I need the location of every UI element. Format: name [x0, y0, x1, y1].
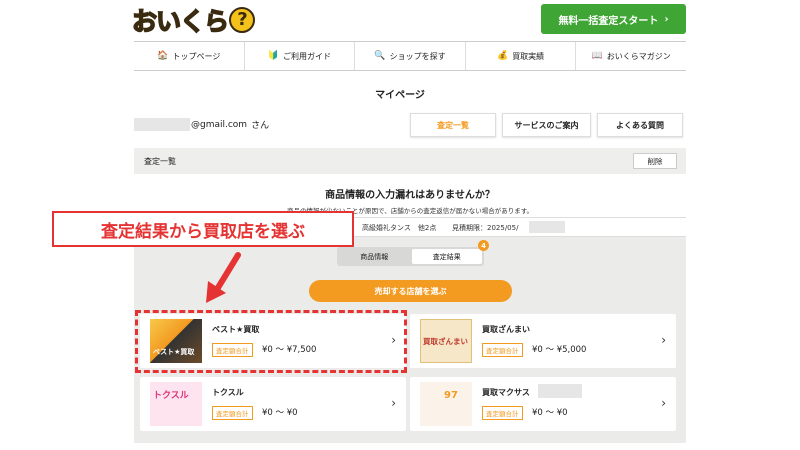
redacted-email — [134, 118, 190, 131]
mypage-tab-buttons: 査定一覧 サービスのご案内 よくある質問 — [410, 113, 683, 137]
yen-coin-icon: 💰 — [496, 51, 509, 61]
arrow-down-left-icon — [206, 252, 241, 303]
global-nav: 🏠 トップページ 🔰 ご利用ガイド 🔍 ショップを探す 💰 買取実績 📖 おいく… — [134, 41, 686, 71]
nav-item-magazine[interactable]: 📖 おいくらマガジン — [575, 42, 686, 70]
tab-item-info[interactable]: 商品情報 — [339, 249, 410, 264]
total-appraisal-tag: 査定額合計 — [482, 343, 523, 357]
price-range: ¥0 〜 ¥5,000 — [532, 345, 587, 355]
shop-thumbnail: 97 — [420, 382, 472, 426]
shop-thumbnail: トクスル — [150, 382, 202, 426]
nav-label: おいくらマガジン — [606, 51, 671, 61]
book-icon: 📖 — [591, 51, 603, 61]
beginner-mark-icon: 🔰 — [267, 51, 279, 61]
total-appraisal-tag: 査定額合計 — [212, 406, 253, 420]
site-logo[interactable]: おいくら ? — [131, 3, 256, 37]
choose-shop-button[interactable]: 売却する店舗を選ぶ — [309, 280, 512, 302]
chevron-right-icon: › — [661, 396, 666, 410]
logo-text: おいくら — [131, 6, 230, 37]
chevron-right-icon: › — [391, 396, 396, 410]
shop-card-kaitori-zanmai[interactable]: 買取ざんまい 買取ざんまい 査定額合計 ¥0 〜 ¥5,000 › — [410, 314, 676, 368]
shop-card-kaitori-makusasu[interactable]: 97 買取マクサス 査定額合計 ¥0 〜 ¥0 › — [410, 377, 676, 431]
house-icon: 🏠 — [157, 51, 169, 61]
redacted-deadline-day — [529, 221, 565, 233]
appraisal-list-button[interactable]: 査定一覧 — [410, 113, 496, 137]
redacted-shop-suffix — [538, 384, 582, 398]
nav-label: 買取実績 — [512, 51, 545, 61]
tab-appraisal-results[interactable]: 査定結果 — [411, 249, 482, 264]
chevron-right-icon: › — [664, 13, 669, 25]
free-appraisal-start-button[interactable]: 無料一括査定スタート › — [541, 4, 686, 34]
total-appraisal-tag: 査定額合計 — [482, 406, 523, 420]
notice-title: 商品情報の入力漏れはありませんか？ — [325, 190, 495, 201]
highlight-dashed-box — [135, 310, 407, 373]
results-count-badge: 4 — [478, 240, 489, 251]
shop-name: トクスル — [212, 388, 244, 397]
quote-deadline: 見積期限：2025/05/ — [452, 224, 519, 232]
honorific: さん — [251, 121, 270, 131]
appraisal-list-header: 査定一覧 削除 — [134, 148, 686, 174]
shop-name: 買取マクサス — [482, 388, 530, 397]
cta-label: 無料一括査定スタート — [558, 15, 659, 27]
thumb-shop-name: 買取ざんまい — [423, 337, 468, 346]
nav-label: ショップを探す — [389, 51, 446, 61]
nav-label: トップページ — [172, 51, 221, 61]
nav-item-shop-search[interactable]: 🔍 ショップを探す — [354, 42, 465, 70]
shop-card-tokusuru[interactable]: トクスル トクスル 査定額合計 ¥0 〜 ¥0 › — [140, 377, 406, 431]
chevron-right-icon: › — [661, 333, 666, 347]
nav-item-results[interactable]: 💰 買取実績 — [464, 42, 576, 70]
logo-question-mark: ? — [229, 7, 256, 33]
nav-item-top[interactable]: 🏠 トップページ — [134, 42, 244, 70]
faq-button[interactable]: よくある質問 — [597, 113, 683, 137]
search-icon: 🔍 — [374, 51, 386, 61]
thumb-shop-name: トクスル — [153, 391, 189, 401]
thumb-logo-mark: 97 — [444, 390, 458, 401]
section-title: 査定一覧 — [144, 156, 176, 166]
price-range: ¥0 〜 ¥0 — [532, 408, 568, 418]
price-range: ¥0 〜 ¥0 — [262, 408, 298, 418]
shop-name: 買取ざんまい — [482, 325, 530, 334]
result-tabs: 商品情報 査定結果 — [337, 247, 484, 266]
nav-label: ご利用ガイド — [283, 51, 331, 61]
item-summary: 高級婚礼タンス 他2点 — [362, 224, 437, 232]
service-guide-button[interactable]: サービスのご案内 — [502, 113, 591, 137]
email-suffix: @gmail.com — [191, 119, 248, 130]
user-greeting: @gmail.com さん — [134, 118, 269, 131]
nav-item-guide[interactable]: 🔰 ご利用ガイド — [243, 42, 355, 70]
shop-thumbnail: 買取ざんまい — [420, 319, 472, 363]
delete-button[interactable]: 削除 — [633, 153, 677, 169]
page-title: マイページ — [375, 90, 425, 101]
instruction-callout: 査定結果から買取店を選ぶ — [52, 211, 354, 247]
